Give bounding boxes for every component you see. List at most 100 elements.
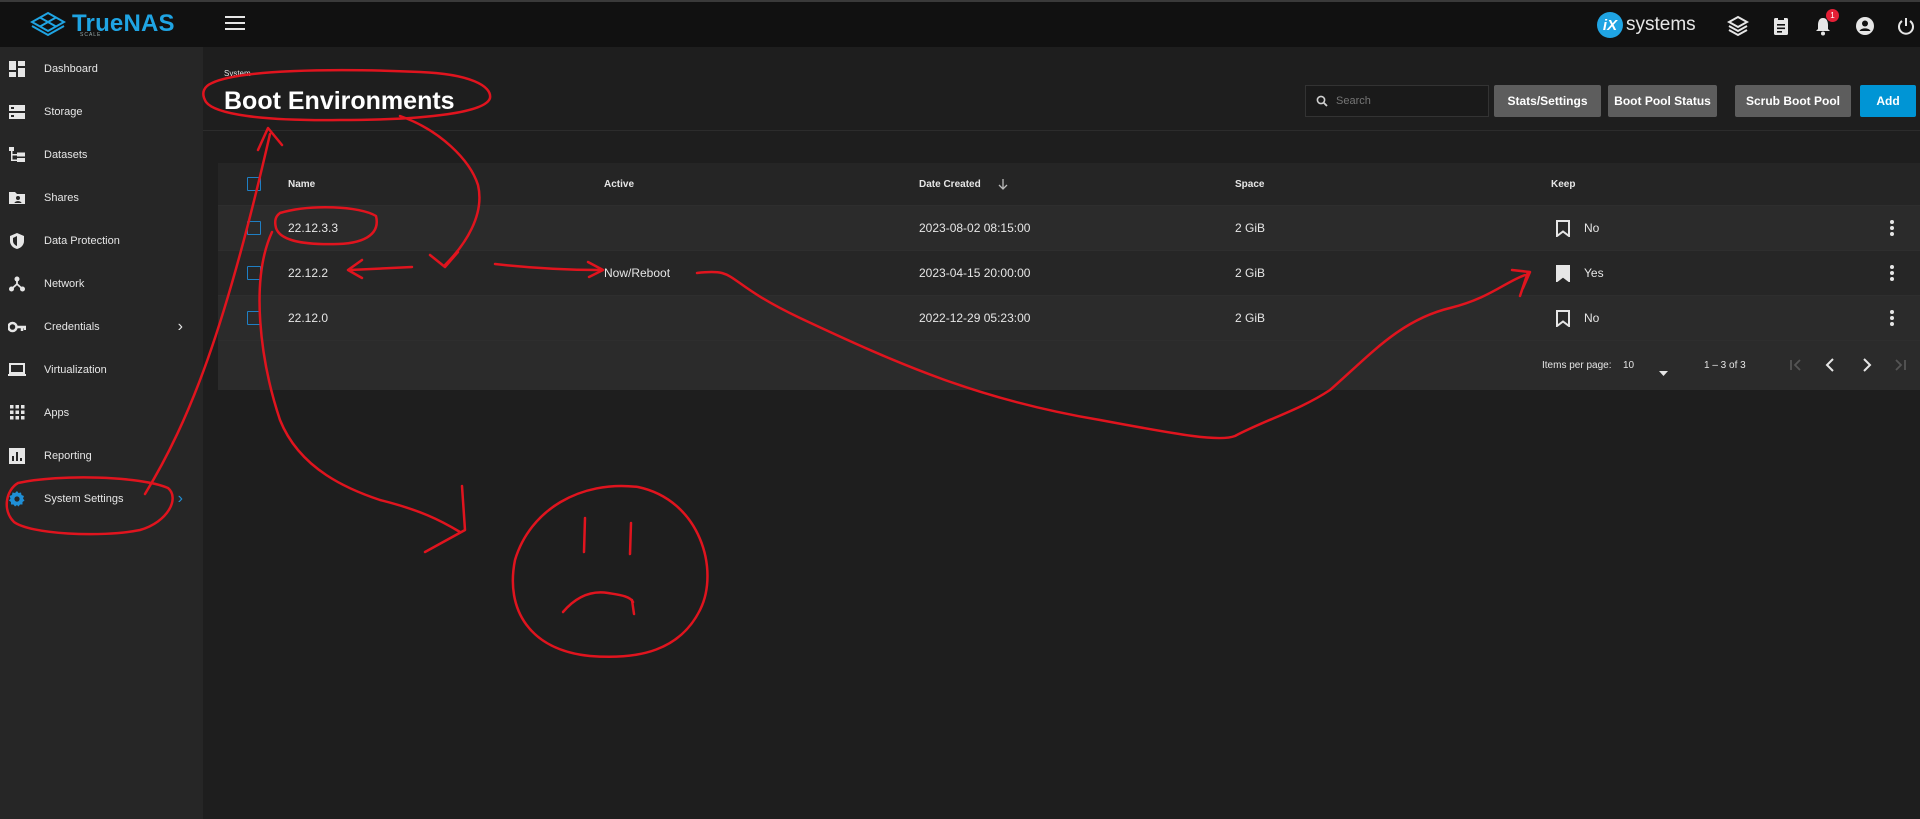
sidebar-item-apps[interactable]: Apps: [0, 391, 203, 434]
sidebar-item-label: Network: [44, 277, 85, 290]
boot-pool-status-button[interactable]: Boot Pool Status: [1608, 85, 1717, 117]
shares-icon: [8, 189, 26, 207]
sidebar-item-label: Storage: [44, 105, 83, 118]
row-actions-kebab-icon[interactable]: [1890, 220, 1894, 236]
select-all-checkbox[interactable]: [247, 177, 261, 191]
column-header-keep[interactable]: Keep: [1551, 179, 1575, 190]
storage-icon: [8, 103, 26, 121]
dropdown-arrow-icon[interactable]: [1659, 363, 1668, 381]
items-per-page-select[interactable]: 10: [1623, 360, 1634, 371]
pagination-bar: Items per page: 10 1 – 3 of 3: [218, 340, 1920, 390]
row-checkbox[interactable]: [247, 221, 261, 235]
chart-icon: [8, 447, 26, 465]
breadcrumb[interactable]: System: [224, 69, 251, 78]
table-row[interactable]: 22.12.2 Now/Reboot 2023-04-15 20:00:00 2…: [218, 250, 1920, 295]
sidebar-item-label: Dashboard: [44, 62, 98, 75]
last-page-icon[interactable]: [1890, 355, 1910, 375]
sidebar-item-network[interactable]: Network: [0, 262, 203, 305]
chevron-down-icon: ›: [177, 490, 183, 507]
sidebar-item-virtualization[interactable]: Virtualization: [0, 348, 203, 391]
cell-keep: No: [1584, 311, 1600, 325]
sidebar-item-label: System Settings: [44, 492, 124, 505]
cell-name: 22.12.2: [288, 266, 329, 280]
table-row[interactable]: 22.12.0 2022-12-29 05:23:00 2 GiB No: [218, 295, 1920, 340]
sidebar-item-label: Data Protection: [44, 234, 120, 247]
stats-settings-button[interactable]: Stats/Settings: [1494, 85, 1601, 117]
truecommand-icon[interactable]: [1726, 15, 1750, 37]
notifications-bell-icon[interactable]: 1: [1812, 9, 1839, 37]
sidebar-item-label: Reporting: [44, 449, 92, 462]
sidebar: Dashboard Storage Datasets Shares Data P…: [0, 47, 203, 819]
row-actions-kebab-icon[interactable]: [1890, 265, 1894, 281]
search-input[interactable]: [1336, 95, 1476, 107]
first-page-icon[interactable]: [1786, 355, 1806, 375]
row-checkbox[interactable]: [247, 311, 261, 325]
cell-date-created: 2023-08-02 08:15:00: [919, 221, 1031, 235]
cell-date-created: 2022-12-29 05:23:00: [919, 311, 1031, 325]
power-icon[interactable]: [1895, 15, 1917, 37]
notification-count-badge: 1: [1826, 9, 1839, 22]
sidebar-item-data-protection[interactable]: Data Protection: [0, 219, 203, 262]
truenas-logo[interactable]: TrueNAS: [30, 10, 175, 38]
row-checkbox[interactable]: [247, 266, 261, 280]
sidebar-item-dashboard[interactable]: Dashboard: [0, 47, 203, 90]
network-icon: [8, 275, 26, 293]
logo-edition: SCALE: [80, 32, 102, 38]
row-actions-kebab-icon[interactable]: [1890, 310, 1894, 326]
sidebar-item-credentials[interactable]: Credentials ›: [0, 305, 203, 348]
items-per-page-label: Items per page:: [1542, 360, 1612, 371]
search-icon: [1316, 95, 1328, 107]
cell-space: 2 GiB: [1235, 266, 1266, 280]
column-header-name[interactable]: Name: [288, 179, 315, 190]
main-content: System Boot Environments Stats/Settings …: [203, 47, 1920, 819]
chevron-right-icon: ›: [177, 318, 183, 335]
cell-date-created: 2023-04-15 20:00:00: [919, 266, 1031, 280]
sidebar-item-reporting[interactable]: Reporting: [0, 434, 203, 477]
apps-grid-icon: [8, 404, 26, 422]
cell-name: 22.12.0: [288, 311, 329, 325]
truenas-logo-icon: [30, 11, 66, 37]
column-header-space[interactable]: Space: [1235, 179, 1264, 190]
next-page-icon[interactable]: [1856, 355, 1876, 375]
jobs-clipboard-icon[interactable]: [1770, 15, 1792, 37]
sort-descending-icon[interactable]: [998, 177, 1008, 195]
scrub-boot-pool-button[interactable]: Scrub Boot Pool: [1735, 85, 1851, 117]
sidebar-item-label: Datasets: [44, 148, 88, 161]
sidebar-item-storage[interactable]: Storage: [0, 90, 203, 133]
account-circle-icon[interactable]: [1854, 15, 1876, 37]
cell-keep: Yes: [1584, 266, 1604, 280]
page-title: Boot Environments: [224, 87, 455, 115]
ix-badge: iX: [1597, 12, 1623, 38]
sidebar-item-label: Virtualization: [44, 363, 107, 376]
header-divider: [203, 130, 1920, 131]
ix-text: systems: [1626, 14, 1696, 35]
sidebar-item-datasets[interactable]: Datasets: [0, 133, 203, 176]
page-range: 1 – 3 of 3: [1704, 360, 1746, 371]
datasets-icon: [8, 146, 26, 164]
sidebar-item-shares[interactable]: Shares: [0, 176, 203, 219]
cell-space: 2 GiB: [1235, 311, 1266, 325]
table-header: Name Active Date Created Space Keep: [218, 163, 1920, 205]
ixsystems-logo[interactable]: iX systems: [1597, 12, 1696, 38]
previous-page-icon[interactable]: [1821, 355, 1841, 375]
sidebar-item-system-settings[interactable]: System Settings ›: [0, 477, 203, 520]
sidebar-item-label: Credentials: [44, 320, 100, 333]
menu-toggle-icon[interactable]: [225, 16, 245, 34]
column-header-date-created[interactable]: Date Created: [919, 179, 981, 190]
add-button[interactable]: Add: [1860, 85, 1916, 117]
table-row[interactable]: 22.12.3.3 2023-08-02 08:15:00 2 GiB No: [218, 205, 1920, 250]
search-box[interactable]: [1305, 85, 1489, 117]
boot-environments-table: Name Active Date Created Space Keep 22.1…: [218, 163, 1920, 390]
bookmark-filled-icon[interactable]: [1556, 265, 1570, 283]
top-bar: TrueNAS SCALE iX systems 1: [0, 0, 1920, 47]
gear-icon: [8, 490, 26, 508]
column-header-active[interactable]: Active: [604, 179, 634, 190]
cell-space: 2 GiB: [1235, 221, 1266, 235]
bookmark-outline-icon[interactable]: [1556, 220, 1570, 238]
shield-icon: [8, 232, 26, 250]
sidebar-item-label: Apps: [44, 406, 70, 419]
cell-keep: No: [1584, 221, 1600, 235]
cell-name: 22.12.3.3: [288, 221, 339, 235]
bookmark-outline-icon[interactable]: [1556, 310, 1570, 328]
sidebar-item-label: Shares: [44, 191, 79, 204]
